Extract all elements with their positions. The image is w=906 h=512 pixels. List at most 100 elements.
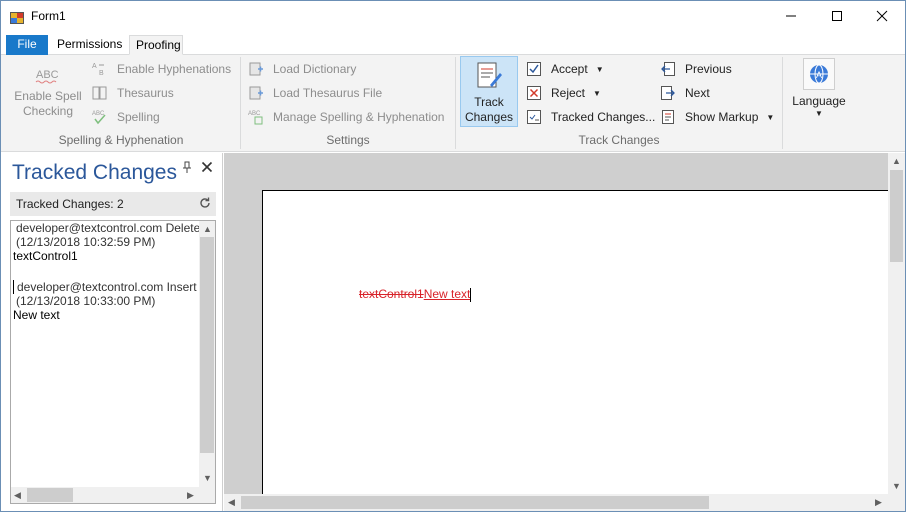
tracked-changes-list[interactable]: developer@textcontrol.com Delete (12/13/… — [10, 220, 216, 504]
manage-spelling-button[interactable]: ABC Manage Spelling & Hyphenation — [247, 106, 444, 128]
ribbon: ABC Enable Spell Checking AB Enable Hyph… — [1, 55, 905, 152]
document-area: textControl1New text ▲ ▼ ◀ ▶ — [224, 153, 905, 511]
pin-button[interactable] — [181, 161, 193, 178]
track-changes-button[interactable]: Track Changes — [460, 56, 518, 127]
scroll-thumb[interactable] — [241, 496, 709, 509]
scroll-up-icon[interactable]: ▲ — [892, 156, 901, 166]
reject-dropdown-icon[interactable]: ▼ — [593, 89, 601, 98]
settings-group-label: Settings — [326, 133, 370, 147]
scrollbar-corner — [888, 494, 905, 511]
list-item[interactable]: developer@textcontrol.com Insert (12/13/… — [13, 280, 197, 322]
load-dictionary-icon — [247, 60, 265, 78]
deleted-text: textControl1 — [359, 287, 424, 301]
accept-label: Accept — [551, 62, 588, 76]
document-vertical-scrollbar[interactable]: ▲ ▼ — [888, 153, 905, 494]
next-label: Next — [685, 86, 710, 100]
ribbon-tab-bar: File Permissions Proofing — [1, 33, 905, 55]
list-item[interactable]: developer@textcontrol.com Delete (12/13/… — [13, 221, 200, 263]
svg-text:ABC: ABC — [36, 69, 59, 81]
close-button[interactable] — [859, 1, 905, 31]
scroll-up-icon[interactable]: ▲ — [203, 224, 212, 234]
reject-button[interactable]: Reject ▼ — [525, 82, 601, 104]
change-header: developer@textcontrol.com Delete — [16, 221, 201, 235]
enable-spell-label-1: Enable Spell — [14, 89, 82, 103]
list-vertical-scrollbar[interactable]: ▲ ▼ — [199, 221, 215, 487]
scroll-down-icon[interactable]: ▼ — [203, 473, 212, 483]
language-icon: A — [810, 64, 828, 84]
change-time: (12/13/2018 10:33:00 PM) — [16, 294, 156, 308]
accept-dropdown-icon[interactable]: ▼ — [596, 65, 604, 74]
reject-icon — [525, 84, 543, 102]
language-label: Language — [792, 94, 846, 108]
enable-spell-label-2: Checking — [22, 104, 74, 118]
enable-hyphenations-label: Enable Hyphenations — [117, 62, 232, 76]
accept-icon — [525, 60, 543, 78]
scroll-right-icon[interactable]: ▶ — [187, 490, 194, 501]
language-button[interactable]: A Language ▼ — [789, 58, 849, 119]
spelling-label: Spelling — [117, 110, 160, 124]
change-text: textControl1 — [13, 249, 78, 263]
svg-text:A: A — [816, 70, 822, 80]
list-horizontal-scrollbar[interactable]: ◀ ▶ — [11, 487, 199, 503]
show-markup-dropdown-icon[interactable]: ▼ — [766, 113, 774, 122]
tab-file[interactable]: File — [6, 35, 48, 55]
show-markup-label: Show Markup — [685, 110, 759, 124]
thesaurus-icon — [91, 84, 109, 102]
previous-change-icon — [659, 60, 677, 78]
hyphenation-icon: AB — [91, 60, 109, 78]
tracked-changes-dialog-button[interactable]: Tracked Changes... — [525, 106, 655, 128]
refresh-icon — [200, 197, 210, 208]
spelling-group-label: Spelling & Hyphenation — [58, 133, 184, 147]
tracked-changes-dialog-label: Tracked Changes... — [551, 110, 656, 124]
spell-check-icon: ABC — [35, 69, 59, 84]
thesaurus-button[interactable]: Thesaurus — [91, 82, 174, 104]
load-thesaurus-button[interactable]: Load Thesaurus File — [247, 82, 382, 104]
show-markup-button[interactable]: Show Markup ▼ — [659, 106, 774, 128]
scroll-left-icon[interactable]: ◀ — [228, 497, 235, 508]
tab-proofing[interactable]: Proofing — [129, 35, 183, 55]
enable-hyphenations-button[interactable]: AB Enable Hyphenations — [91, 58, 231, 80]
next-button[interactable]: Next — [659, 82, 710, 104]
document-horizontal-scrollbar[interactable]: ◀ ▶ — [224, 494, 888, 511]
language-icon-frame: A — [803, 58, 835, 90]
svg-text:B: B — [99, 70, 104, 77]
text-cursor — [470, 287, 472, 302]
load-dictionary-label: Load Dictionary — [273, 62, 357, 76]
panel-close-button[interactable] — [201, 161, 213, 176]
accept-button[interactable]: Accept ▼ — [525, 58, 604, 80]
spelling-button[interactable]: ABC Spelling — [91, 106, 160, 128]
close-icon — [201, 161, 213, 173]
previous-label: Previous — [685, 62, 732, 76]
group-separator — [782, 57, 783, 149]
reject-label: Reject — [551, 86, 586, 100]
scroll-thumb[interactable] — [27, 488, 73, 502]
document-page[interactable]: textControl1New text — [262, 190, 888, 500]
pin-icon — [183, 161, 191, 173]
svg-text:A: A — [92, 63, 97, 70]
minimize-button[interactable] — [768, 1, 814, 31]
svg-text:ABC: ABC — [248, 111, 261, 117]
scroll-left-icon[interactable]: ◀ — [14, 490, 21, 501]
maximize-button[interactable] — [814, 1, 860, 31]
scroll-right-icon[interactable]: ▶ — [875, 497, 882, 508]
panel-header: Tracked Changes: 2 — [10, 192, 216, 216]
previous-button[interactable]: Previous — [659, 58, 732, 80]
load-dictionary-button[interactable]: Load Dictionary — [247, 58, 356, 80]
track-group-label: Track Changes — [578, 133, 660, 147]
main-window: Form1 File Permissions Proofing ABC Enab… — [0, 0, 906, 512]
show-markup-icon — [659, 108, 677, 126]
change-header: developer@textcontrol.com Insert — [13, 280, 197, 294]
tab-permissions[interactable]: Permissions — [51, 35, 128, 55]
enable-spell-checking-button[interactable]: ABC Enable Spell Checking — [11, 65, 85, 119]
refresh-button[interactable] — [198, 196, 212, 213]
track-changes-icon — [477, 62, 502, 88]
spelling-icon: ABC — [91, 108, 109, 126]
minimize-icon — [786, 15, 796, 17]
document-text[interactable]: textControl1New text — [359, 287, 472, 302]
scroll-down-icon[interactable]: ▼ — [892, 481, 901, 491]
scroll-thumb[interactable] — [200, 237, 214, 453]
scroll-thumb[interactable] — [890, 170, 903, 262]
manage-spelling-icon: ABC — [247, 108, 265, 126]
track-changes-label-1: Track — [474, 95, 504, 109]
tracked-changes-count: Tracked Changes: 2 — [16, 197, 124, 211]
